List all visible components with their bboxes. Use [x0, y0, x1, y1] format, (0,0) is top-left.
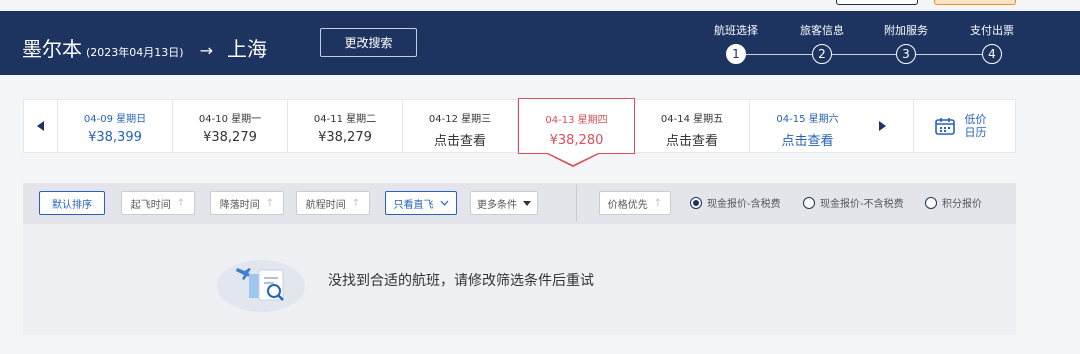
direct-only-label: 只看直飞: [393, 199, 434, 211]
default-sort-label: 默认排序: [52, 199, 92, 211]
radio-label: 积分报价: [942, 199, 982, 210]
more-filters-dropdown[interactable]: 更多条件: [470, 191, 538, 215]
date-label: 04-12 星期三: [428, 114, 492, 125]
destination-city: 上海: [226, 37, 267, 61]
depart-time-label: 起飞时间: [130, 199, 171, 211]
date-label: 04-14 星期五: [660, 114, 724, 125]
no-flight-illustration-icon: [217, 260, 305, 312]
step-label-flight: 航班选择: [714, 24, 758, 37]
filter-divider: [576, 185, 577, 222]
low-price-calendar-button[interactable]: 低价 日历: [913, 99, 1016, 153]
date-price: 点击查看: [781, 134, 834, 149]
radio-points[interactable]: 积分报价: [925, 195, 982, 210]
duration-label: 航程时间: [305, 199, 346, 211]
step-2-circle: 2: [812, 44, 832, 64]
price-first-label: 价格优先: [607, 199, 648, 211]
step-connector: [822, 54, 906, 55]
modify-search-button[interactable]: 更改搜索: [320, 28, 417, 57]
radio-label: 现金报价-含税费: [707, 199, 781, 210]
date-label: 04-10 星期一: [198, 114, 262, 125]
top-button-1[interactable]: [836, 0, 918, 5]
date-price: ¥38,279: [318, 130, 372, 145]
direct-only-dropdown[interactable]: 只看直飞: [385, 191, 457, 215]
sort-depart-time-button[interactable]: 起飞时间 ↑: [121, 191, 195, 215]
step-label-passenger: 旅客信息: [800, 24, 844, 37]
radio-cash-with-tax[interactable]: 现金报价-含税费: [690, 195, 781, 210]
step-3-circle: 3: [896, 44, 916, 64]
step-label-payment: 支付出票: [970, 24, 1014, 37]
date-option[interactable]: 04-14 星期五 点击查看: [635, 100, 750, 152]
step-label-extras: 附加服务: [884, 24, 928, 37]
arrow-up-icon: ↑: [351, 197, 361, 209]
sort-arrive-time-button[interactable]: 降落时间 ↑: [210, 191, 284, 215]
step-connector: [906, 54, 992, 55]
calendar-label-line2: 日历: [964, 126, 987, 139]
radio-checked-icon: [690, 196, 702, 209]
empty-message: 没找到合适的航班，请修改筛选条件后重试: [328, 273, 594, 289]
booking-steps: 航班选择 1 旅客信息 2 附加服务 3 支付出票 4: [698, 22, 1038, 72]
calendar-icon: [934, 118, 955, 135]
arrow-up-icon: ↑: [265, 197, 275, 209]
date-option[interactable]: 04-15 星期六 点击查看: [750, 100, 865, 152]
date-price: ¥38,279: [203, 130, 257, 145]
calendar-label-line1: 低价: [964, 113, 987, 126]
next-dates-button[interactable]: [865, 100, 899, 152]
radio-unchecked-icon: [803, 196, 815, 209]
triangle-left-icon: [36, 121, 44, 131]
chevron-down-icon: [440, 200, 448, 206]
caret-down-icon: [523, 200, 531, 206]
radio-label: 现金报价-不含税费: [820, 199, 904, 210]
date-option[interactable]: 04-10 星期一 ¥38,279: [173, 100, 288, 152]
date-price: ¥38,399: [88, 130, 142, 145]
route-arrow-icon: →: [199, 41, 213, 60]
date-option[interactable]: 04-12 星期三 点击查看: [403, 100, 518, 152]
top-button-2[interactable]: [934, 0, 1016, 5]
date-selector: 04-09 星期日 ¥38,399 04-10 星期一 ¥38,279 04-1…: [23, 98, 1016, 154]
top-strip: [0, 0, 1080, 11]
header: 墨尔本 (2023年04月13日) → 上海 更改搜索 航班选择 1 旅客信息 …: [0, 11, 1080, 75]
empty-results: 没找到合适的航班，请修改筛选条件后重试: [23, 224, 1016, 335]
default-sort-button[interactable]: 默认排序: [39, 191, 105, 215]
radio-cash-without-tax[interactable]: 现金报价-不含税费: [803, 195, 904, 210]
date-label: 04-15 星期六: [776, 114, 839, 125]
route: 墨尔本 (2023年04月13日) → 上海: [22, 33, 267, 62]
selected-date-pointer-fill: [546, 152, 600, 165]
step-4-circle: 4: [982, 44, 1002, 64]
date-label: 04-13 星期四: [545, 115, 608, 126]
date-option[interactable]: 04-11 星期二 ¥38,279: [288, 100, 403, 152]
triangle-right-icon: [879, 121, 886, 131]
date-price: 点击查看: [433, 134, 486, 149]
date-price: ¥38,280: [549, 133, 604, 148]
travel-date: (2023年04月13日): [86, 46, 184, 59]
filter-bar: 默认排序 起飞时间 ↑ 降落时间 ↑ 航程时间 ↑ 只看直飞 更多条件 价格优先…: [23, 183, 1016, 224]
date-option-selected[interactable]: 04-13 星期四 ¥38,280: [518, 98, 635, 154]
origin-city: 墨尔本: [22, 37, 82, 61]
radio-unchecked-icon: [925, 196, 937, 209]
sort-duration-button[interactable]: 航程时间 ↑: [296, 191, 370, 215]
arrive-time-label: 降落时间: [219, 199, 260, 211]
price-first-button[interactable]: 价格优先 ↑: [599, 191, 671, 215]
date-label: 04-11 星期二: [313, 114, 377, 125]
date-option[interactable]: 04-09 星期日 ¥38,399: [58, 100, 173, 152]
step-1-circle: 1: [726, 44, 746, 64]
arrow-up-icon: ↑: [176, 197, 186, 209]
arrow-up-icon: ↑: [653, 197, 663, 209]
calendar-label: 低价 日历: [965, 113, 995, 139]
more-filters-label: 更多条件: [477, 199, 517, 211]
date-label: 04-09 星期日: [83, 114, 147, 125]
date-price: 点击查看: [665, 134, 718, 149]
prev-dates-button[interactable]: [24, 100, 58, 152]
